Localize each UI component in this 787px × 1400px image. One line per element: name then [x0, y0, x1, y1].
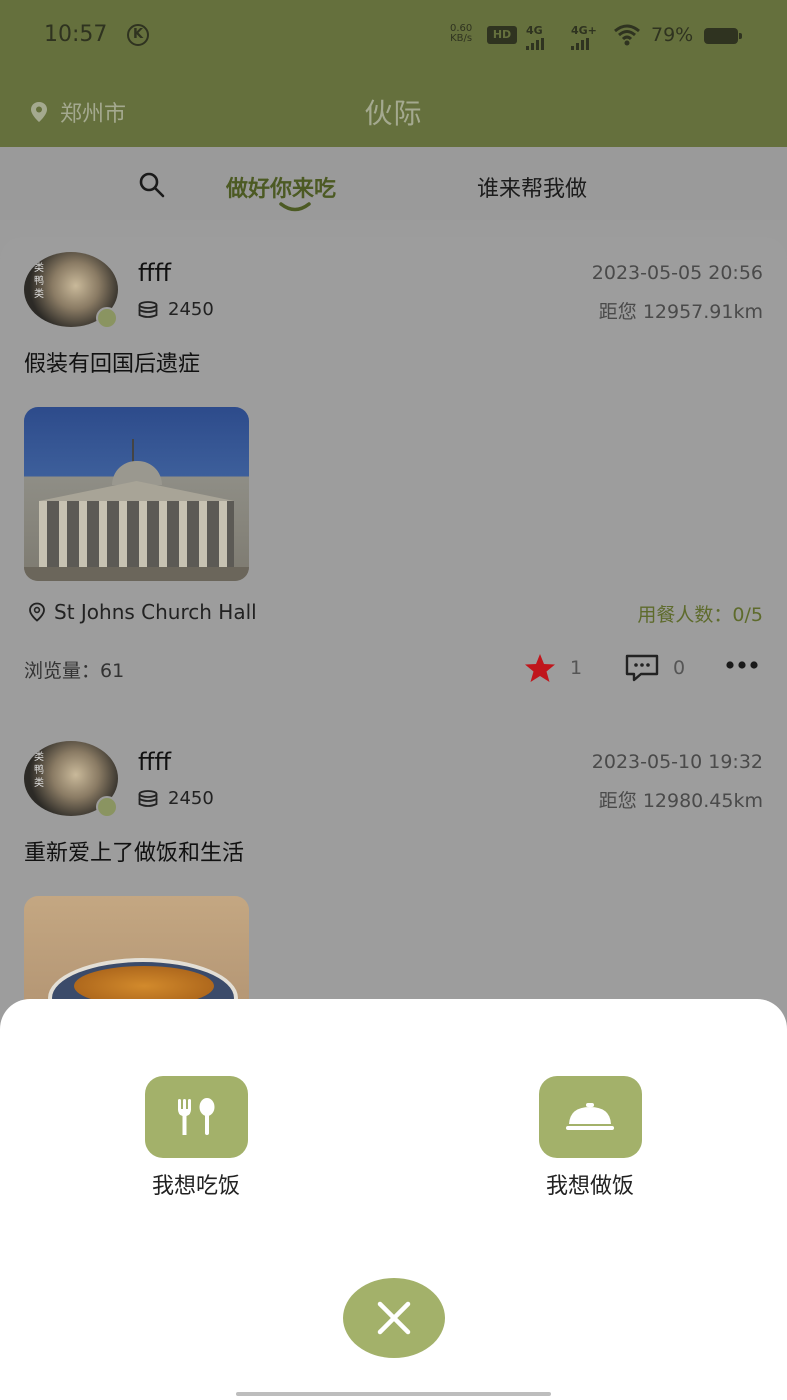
close-button[interactable] [343, 1278, 445, 1358]
signal-label: 4G+ [571, 24, 597, 37]
coin-balance: 2450 [138, 788, 214, 809]
post-content: 假装有回国后遗症 [24, 352, 201, 377]
coin-balance: 2450 [138, 299, 214, 320]
cloche-icon [566, 1103, 614, 1130]
home-indicator[interactable] [236, 1392, 551, 1396]
fork-spoon-icon [178, 1098, 215, 1135]
place-name: St Johns Church Hall [54, 600, 257, 624]
post-card[interactable]: 类鸭类 ffff 2450 2023-05-05 20:56 距您 12957.… [0, 250, 787, 690]
username[interactable]: ffff [138, 259, 171, 287]
like-button[interactable]: 1 [524, 653, 582, 683]
comment-icon [625, 654, 659, 682]
view-count: 浏览量：61 [24, 660, 125, 682]
avatar-tag: 类鸭类 [34, 752, 44, 789]
tab-cooked-for-you[interactable]: 做好你来吃 [226, 171, 336, 203]
post-place[interactable]: St Johns Church Hall [28, 600, 257, 624]
tab-bar: 做好你来吃 谁来帮我做 [0, 147, 787, 220]
eat-option-tile[interactable] [144, 1076, 248, 1158]
location-outline-icon [29, 602, 45, 622]
heart-badge-icon [96, 796, 118, 818]
page-title: 伙际 [364, 97, 423, 130]
cook-option-tile[interactable] [538, 1076, 642, 1158]
k-badge-icon: K [127, 24, 149, 46]
eat-option-label: 我想吃饭 [151, 1174, 240, 1199]
post-photo[interactable] [24, 407, 249, 581]
signal-icon: 4G [526, 24, 546, 50]
clock: 10:57 [44, 22, 108, 47]
battery-icon [704, 28, 742, 44]
top-bar: 郑州市 伙际 [0, 70, 787, 147]
post-card[interactable]: 类鸭类 ffff 2450 2023-05-10 19:32 距您 12980.… [0, 739, 787, 1070]
coin-count: 2450 [168, 299, 214, 320]
coins-icon [138, 789, 158, 807]
post-date: 2023-05-05 20:56 [591, 262, 763, 284]
cook-option-button[interactable]: 我想做饭 [520, 1076, 660, 1200]
post-date: 2023-05-10 19:32 [591, 751, 763, 773]
username[interactable]: ffff [138, 748, 171, 776]
network-speed-unit: KB/s [450, 33, 473, 44]
status-bar: 10:57 K 0.60 KB/s HD 4G 4G+ 79% [0, 0, 787, 70]
active-tab-indicator [279, 202, 311, 212]
more-options-icon[interactable] [725, 660, 759, 670]
post-distance: 距您 12980.45km [598, 790, 763, 812]
wifi-icon [614, 24, 640, 46]
post-content: 重新爱上了做饭和生活 [24, 841, 245, 866]
comment-button[interactable]: 0 [625, 654, 685, 682]
like-count: 1 [570, 657, 583, 679]
network-speed: 0.60 KB/s [450, 24, 472, 44]
search-icon[interactable] [138, 171, 166, 199]
tab-who-cooks-for-me[interactable]: 谁来帮我做 [477, 171, 587, 203]
coins-icon [138, 300, 158, 318]
signal-icon: 4G+ [571, 24, 597, 50]
close-icon [377, 1301, 411, 1335]
comment-count: 0 [673, 657, 686, 679]
hd-icon: HD [487, 26, 517, 44]
avatar-tag: 类鸭类 [34, 263, 44, 300]
eat-option-button[interactable]: 我想吃饭 [126, 1076, 266, 1200]
star-icon [525, 654, 555, 682]
post-distance: 距您 12957.91km [598, 301, 763, 323]
battery-percent: 79% [651, 24, 694, 46]
diner-count: 用餐人数：0/5 [637, 604, 763, 626]
heart-badge-icon [96, 307, 118, 329]
coin-count: 2450 [168, 788, 214, 809]
signal-label: 4G [526, 24, 543, 37]
cook-option-label: 我想做饭 [545, 1174, 634, 1199]
